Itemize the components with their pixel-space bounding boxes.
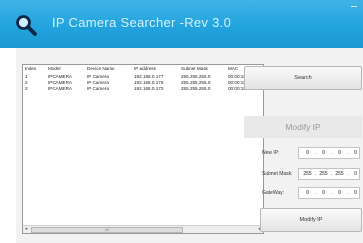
- subnet-octet-1[interactable]: 255: [301, 171, 314, 177]
- subnet-octet-3[interactable]: 255: [333, 171, 346, 177]
- title-bar: IP Camera Searcher -Rev 3.0: [0, 0, 363, 48]
- cell-index: 3: [25, 86, 28, 91]
- modify-ip-title: Modify IP: [244, 116, 362, 138]
- new-ip-octet-4[interactable]: 0: [349, 150, 359, 156]
- new-ip-octet-3[interactable]: 0: [333, 150, 346, 156]
- minimize-button[interactable]: [351, 6, 357, 7]
- cell-ip-address: 192.168.0.173: [134, 86, 164, 91]
- cell-subnet-mask: 255.255.255.0: [181, 86, 211, 91]
- table-header: Index Model Device Name IP address Subne…: [23, 65, 263, 73]
- scroll-left-icon[interactable]: ◂: [23, 226, 29, 233]
- column-header-subnet-mask[interactable]: Subnet Mask: [181, 66, 227, 71]
- subnet-octet-4[interactable]: 0: [349, 171, 359, 177]
- subnet-mask-label: Subnet Mask:: [262, 171, 293, 177]
- device-grid: Index Model Device Name IP address Subne…: [23, 65, 263, 91]
- new-ip-octet-1[interactable]: 0: [301, 150, 314, 156]
- new-ip-label: New IP:: [262, 150, 280, 156]
- new-ip-octet-2[interactable]: 0: [317, 150, 330, 156]
- gateway-octet-4[interactable]: 0: [349, 190, 359, 196]
- cell-device-name: IP Camera: [87, 86, 109, 91]
- gateway-octet-1[interactable]: 0: [301, 190, 314, 196]
- gateway-octet-2[interactable]: 0: [317, 190, 330, 196]
- column-header-model[interactable]: Model: [48, 66, 86, 71]
- gateway-label: GateWay:: [262, 190, 285, 196]
- column-header-device-name[interactable]: Device Name: [87, 66, 133, 71]
- gateway-octet-3[interactable]: 0: [333, 190, 346, 196]
- device-table[interactable]: Index Model Device Name IP address Subne…: [22, 64, 264, 234]
- gateway-field[interactable]: 0 . 0 . 0 . 0: [298, 187, 360, 199]
- column-header-ip-address[interactable]: IP address: [134, 66, 180, 71]
- horizontal-scrollbar[interactable]: ◂ III ▸: [23, 225, 263, 233]
- modify-ip-button[interactable]: Modify IP: [260, 208, 362, 232]
- column-header-index[interactable]: Index: [25, 66, 47, 71]
- window-title: IP Camera Searcher -Rev 3.0: [52, 15, 232, 30]
- cell-model: IPCAMERA: [48, 86, 72, 91]
- subnet-mask-field[interactable]: 255 . 255 . 255 . 0: [298, 168, 360, 180]
- search-button[interactable]: Search: [244, 66, 362, 90]
- table-row[interactable]: 3 IPCAMERA IP Camera 192.168.0.173 255.2…: [23, 85, 263, 91]
- magnifier-icon: [16, 15, 37, 36]
- new-ip-field[interactable]: 0 . 0 . 0 . 0: [298, 147, 360, 159]
- subnet-octet-2[interactable]: 255: [317, 171, 330, 177]
- scroll-thumb[interactable]: III: [31, 227, 183, 233]
